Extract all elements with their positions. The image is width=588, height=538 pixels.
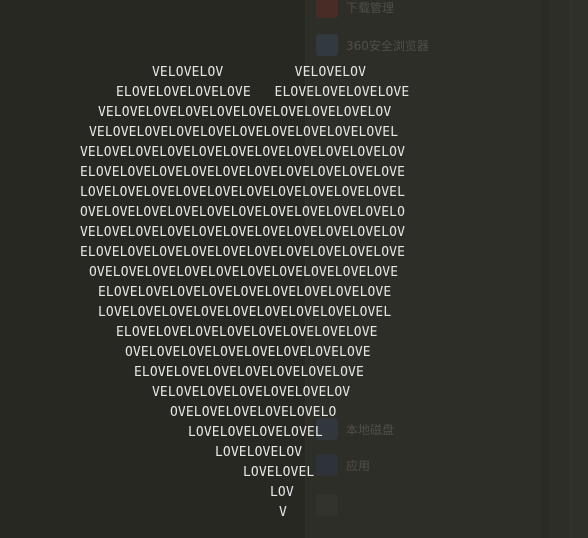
heart-line: ELOVELOVELOVELOVELOVELOVELOVELOVELOVE (98, 285, 392, 300)
heart-line: LOVELOVEL (243, 465, 315, 480)
heart-line: LOVELOVELOVELOVEL (188, 425, 323, 440)
heart-line: VELOVELOVELOVELOVELOVELOV (152, 385, 351, 400)
terminal-output: '' '' VELOVELOV VELOVELOV ELOVELOVELOVELO… (0, 0, 588, 538)
heart-line: OVELOVELOVELOVELOVELOVELOVELOVELOVELOVE (89, 265, 399, 280)
heart-line: LOV (270, 485, 294, 500)
heart-line: OVELOVELOVELOVELOVELOVELOVELOVE (125, 345, 371, 360)
heart-line: VELOVELOVELOVELOVELOVELOVELOVELOVELOVELO… (80, 145, 405, 160)
heart-line: VELOVELOV VELOVELOV (152, 65, 367, 80)
heart-line: LOVELOVELOV (215, 445, 303, 460)
heart-line: V (279, 505, 287, 520)
heart-line: OVELOVELOVELOVELOVELO (170, 405, 337, 420)
heart-line: OVELOVELOVELOVELOVELOVELOVELOVELOVELOVEL… (80, 205, 405, 220)
heart-line: VELOVELOVELOVELOVELOVELOVELOVELOVELOVEL (89, 125, 399, 140)
heart-line: VELOVELOVELOVELOVELOVELOVELOVELOVELOV (98, 105, 392, 120)
heart-line: VELOVELOVELOVELOVELOVELOVELOVELOVELOVELO… (80, 225, 405, 240)
heart-line: ELOVELOVELOVELOVELOVELOVELOVELOVE (116, 325, 378, 340)
heart-line: ELOVELOVELOVELOVE ELOVELOVELOVELOVE (116, 85, 410, 100)
heart-line: LOVELOVELOVELOVELOVELOVELOVELOVELOVELOVE… (80, 185, 405, 200)
heart-line: LOVELOVELOVELOVELOVELOVELOVELOVELOVEL (98, 305, 392, 320)
terminal-top-fragment: '' '' (0, 0, 117, 6)
heart-line: ELOVELOVELOVELOVELOVELOVELOVE (134, 365, 364, 380)
heart-line: ELOVELOVELOVELOVELOVELOVELOVELOVELOVELOV… (80, 165, 405, 180)
heart-line: ELOVELOVELOVELOVELOVELOVELOVELOVELOVELOV… (80, 245, 405, 260)
